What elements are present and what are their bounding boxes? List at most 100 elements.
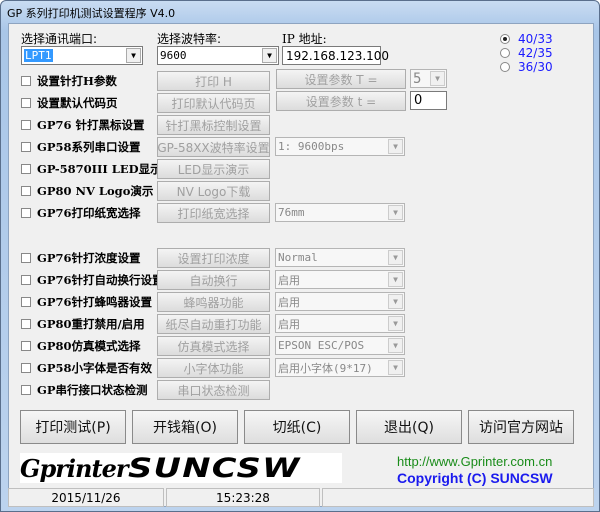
bottom-button[interactable]: 退出(Q) xyxy=(356,410,462,444)
website-link[interactable]: http://www.Gprinter.com.cn xyxy=(397,454,552,469)
radio-option[interactable]: 42/35 xyxy=(500,46,553,60)
ip-input[interactable]: 192.168.123.100 xyxy=(282,46,389,65)
checkbox-icon[interactable] xyxy=(21,363,31,373)
option-checkbox[interactable]: GP80重打禁用/启用 xyxy=(21,316,145,332)
baud-label: 选择波特率: xyxy=(157,32,222,46)
select-value: 启用 xyxy=(278,273,300,287)
set-param-t-button[interactable]: 设置参数 t = xyxy=(276,91,406,111)
action-button[interactable]: 打印默认代码页 xyxy=(157,93,270,113)
chevron-down-icon[interactable]: ▼ xyxy=(262,48,277,63)
checkbox-icon[interactable] xyxy=(21,253,31,263)
chevron-down-icon[interactable]: ▼ xyxy=(388,272,403,287)
checkbox-icon[interactable] xyxy=(21,76,31,86)
bottom-button[interactable]: 开钱箱(O) xyxy=(132,410,238,444)
action-button[interactable]: 打印纸宽选择 xyxy=(157,203,270,223)
option-checkbox[interactable]: GP76针打浓度设置 xyxy=(21,250,140,266)
status-pane xyxy=(322,488,594,507)
option-select[interactable]: 76mm ▼ xyxy=(275,203,405,222)
param-t-input[interactable]: 0 xyxy=(410,91,447,110)
action-button[interactable]: 纸尽自动重打功能 xyxy=(157,314,270,334)
chevron-down-icon[interactable]: ▼ xyxy=(388,205,403,220)
radio-label: 42/35 xyxy=(518,46,553,60)
option-select[interactable]: 启用 ▼ xyxy=(275,270,405,289)
checkbox-icon[interactable] xyxy=(21,186,31,196)
action-button[interactable]: LED显示演示 xyxy=(157,159,270,179)
option-checkbox[interactable]: GP80仿真模式选择 xyxy=(21,338,140,354)
chevron-down-icon[interactable]: ▼ xyxy=(430,71,445,86)
checkbox-label: GP-5870III LED显示 xyxy=(37,162,162,176)
radio-option[interactable]: 40/33 xyxy=(500,32,553,46)
checkbox-icon[interactable] xyxy=(21,164,31,174)
baud-select[interactable]: 9600 ▼ xyxy=(157,46,279,65)
chevron-down-icon[interactable]: ▼ xyxy=(388,250,403,265)
checkbox-icon[interactable] xyxy=(21,297,31,307)
action-button[interactable]: 小字体功能 xyxy=(157,358,270,378)
option-checkbox[interactable]: 设置默认代码页 xyxy=(21,95,118,111)
checkbox-label: 设置默认代码页 xyxy=(37,96,118,110)
checkbox-icon[interactable] xyxy=(21,142,31,152)
checkbox-label: GP76打印纸宽选择 xyxy=(37,206,141,220)
bottom-button[interactable]: 切纸(C) xyxy=(244,410,350,444)
action-button[interactable]: 蜂鸣器功能 xyxy=(157,292,270,312)
chevron-down-icon[interactable]: ▼ xyxy=(388,294,403,309)
status-time: 15:23:28 xyxy=(166,488,320,507)
option-checkbox[interactable]: GP58小字体是否有效 xyxy=(21,360,152,376)
ip-label: IP 地址: xyxy=(282,32,327,46)
checkbox-label: GP80重打禁用/启用 xyxy=(37,317,145,331)
param-T-select[interactable]: 5 ▼ xyxy=(410,69,447,88)
checkbox-icon[interactable] xyxy=(21,385,31,395)
select-value: 启用小字体(9*17) xyxy=(278,361,373,375)
port-select[interactable]: LPT1 ▼ xyxy=(21,46,143,65)
checkbox-label: GP76针打浓度设置 xyxy=(37,251,141,265)
option-checkbox[interactable]: GP80 NV Logo演示 xyxy=(21,183,153,199)
copyright-text: Copyright (C) SUNCSW xyxy=(397,470,553,486)
radio-icon[interactable] xyxy=(500,34,510,44)
radio-icon[interactable] xyxy=(500,62,510,72)
radio-label: 36/30 xyxy=(518,60,553,74)
bottom-button[interactable]: 访问官方网站 xyxy=(468,410,574,444)
set-param-T-button[interactable]: 设置参数 T = xyxy=(276,69,406,89)
checkbox-label: GP76针打自动换行设置 xyxy=(37,273,164,287)
action-button[interactable]: 串口状态检测 xyxy=(157,380,270,400)
checkbox-label: GP76针打蜂鸣器设置 xyxy=(37,295,152,309)
option-checkbox[interactable]: GP76打印纸宽选择 xyxy=(21,205,140,221)
option-select[interactable]: Normal ▼ xyxy=(275,248,405,267)
radio-icon[interactable] xyxy=(500,48,510,58)
checkbox-icon[interactable] xyxy=(21,341,31,351)
chevron-down-icon[interactable]: ▼ xyxy=(388,316,403,331)
option-checkbox[interactable]: GP76 针打黑标设置 xyxy=(21,117,144,133)
option-select[interactable]: 1: 9600bps ▼ xyxy=(275,137,405,156)
option-checkbox[interactable]: GP76针打自动换行设置 xyxy=(21,272,163,288)
option-select[interactable]: EPSON ESC/POS ▼ xyxy=(275,336,405,355)
action-button[interactable]: 打印 H xyxy=(157,71,270,91)
chevron-down-icon[interactable]: ▼ xyxy=(388,338,403,353)
action-button[interactable]: 设置打印浓度 xyxy=(157,248,270,268)
checkbox-icon[interactable] xyxy=(21,319,31,329)
checkbox-icon[interactable] xyxy=(21,208,31,218)
chevron-down-icon[interactable]: ▼ xyxy=(126,48,141,63)
option-select[interactable]: 启用小字体(9*17) ▼ xyxy=(275,358,405,377)
option-checkbox[interactable]: GP-5870III LED显示 xyxy=(21,161,162,177)
chevron-down-icon[interactable]: ▼ xyxy=(388,139,403,154)
option-checkbox[interactable]: GP76针打蜂鸣器设置 xyxy=(21,294,152,310)
checkbox-icon[interactable] xyxy=(21,98,31,108)
checkbox-label: GP58系列串口设置 xyxy=(37,140,141,154)
action-button[interactable]: 仿真模式选择 xyxy=(157,336,270,356)
option-select[interactable]: 启用 ▼ xyxy=(275,292,405,311)
action-button[interactable]: GP-58XX波特率设置 xyxy=(157,137,270,157)
option-checkbox[interactable]: GP58系列串口设置 xyxy=(21,139,140,155)
radio-option[interactable]: 36/30 xyxy=(500,60,553,74)
option-select[interactable]: 启用 ▼ xyxy=(275,314,405,333)
checkbox-icon[interactable] xyxy=(21,275,31,285)
action-button[interactable]: 针打黑标控制设置 xyxy=(157,115,270,135)
option-checkbox[interactable]: 设置针打H参数 xyxy=(21,73,117,89)
window-title: GP 系列打印机测试设置程序 V4.0 xyxy=(7,7,176,20)
bottom-button[interactable]: 打印测试(P) xyxy=(20,410,126,444)
checkbox-label: GP58小字体是否有效 xyxy=(37,361,152,375)
action-button[interactable]: NV Logo下载 xyxy=(157,181,270,201)
chevron-down-icon[interactable]: ▼ xyxy=(388,360,403,375)
action-button[interactable]: 自动换行 xyxy=(157,270,270,290)
option-checkbox[interactable]: GP串行接口状态检测 xyxy=(21,382,147,398)
checkbox-icon[interactable] xyxy=(21,120,31,130)
checkbox-label: GP76 针打黑标设置 xyxy=(37,118,145,132)
